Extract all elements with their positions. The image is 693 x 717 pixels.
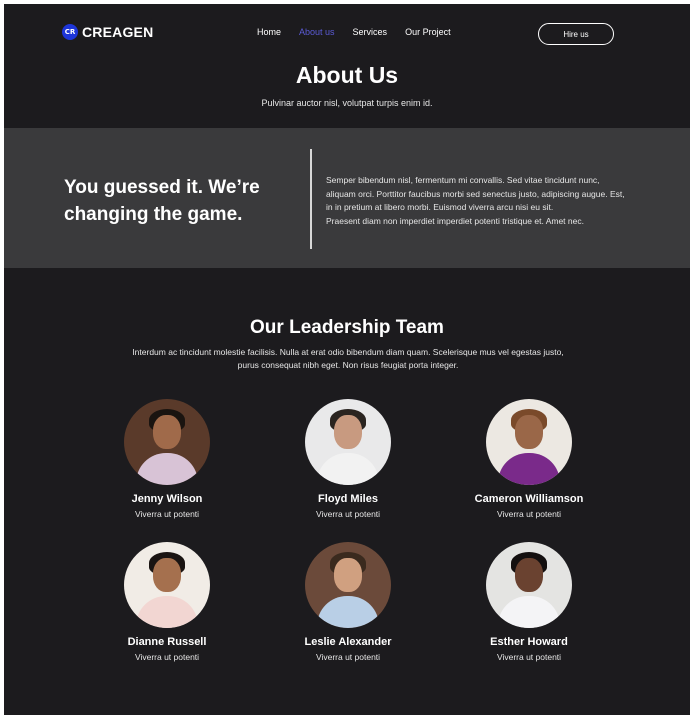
nav-item-our-project[interactable]: Our Project [405,27,451,37]
member-avatar [124,542,210,628]
member-role: Viverra ut potenti [134,652,200,662]
member-name: Dianne Russell [127,636,207,648]
member-role: Viverra ut potenti [315,652,381,662]
member-role: Viverra ut potenti [134,509,200,519]
mission-paragraph-1: Semper bibendum nisl, fermentum mi conva… [326,175,625,212]
team-member-card: Cameron Williamson Viverra ut potenti [444,399,614,519]
mission-text: Semper bibendum nisl, fermentum mi conva… [326,174,626,228]
member-name: Esther Howard [490,636,568,648]
member-name: Floyd Miles [318,493,378,505]
mission-band: You guessed it. We’re changing the game.… [4,128,690,268]
member-avatar [124,399,210,485]
mission-heading: You guessed it. We’re changing the game. [64,177,260,225]
hire-us-button[interactable]: Hire us [538,23,614,45]
logo-text: CREAGEN [82,24,154,40]
logo-mark-icon: CR [62,24,78,40]
member-avatar [486,399,572,485]
nav-item-about-us[interactable]: About us [299,27,335,37]
top-nav: CR CREAGEN Home About us Services Our Pr… [4,4,690,64]
mission-paragraph-2: Praesent diam non imperdiet imperdiet po… [326,215,584,226]
page-frame: CR CREAGEN Home About us Services Our Pr… [4,4,690,715]
nav-item-services[interactable]: Services [353,27,388,37]
team-member-card: Esther Howard Viverra ut potenti [444,542,614,662]
team-member-card: Jenny Wilson Viverra ut potenti [82,399,252,519]
team-member-card: Floyd Miles Viverra ut potenti [263,399,433,519]
nav-item-home[interactable]: Home [257,27,281,37]
member-avatar [305,542,391,628]
member-name: Cameron Williamson [474,493,584,505]
member-name: Jenny Wilson [131,493,203,505]
member-role: Viverra ut potenti [315,509,381,519]
team-subtitle: Interdum ac tincidunt molestie facilisis… [132,347,564,370]
member-role: Viverra ut potenti [496,652,562,662]
nav-menu: Home About us Services Our Project [257,27,469,37]
member-avatar [486,542,572,628]
team-member-card: Dianne Russell Viverra ut potenti [82,542,252,662]
page-title: About Us [295,62,399,88]
member-role: Viverra ut potenti [496,509,562,519]
vertical-divider [310,149,312,249]
team-title: Our Leadership Team [250,317,444,338]
member-avatar [305,399,391,485]
member-name: Leslie Alexander [304,636,392,648]
team-member-card: Leslie Alexander Viverra ut potenti [263,542,433,662]
page-subtitle: Pulvinar auctor nisl, volutpat turpis en… [261,98,433,108]
logo[interactable]: CR CREAGEN [62,24,153,40]
